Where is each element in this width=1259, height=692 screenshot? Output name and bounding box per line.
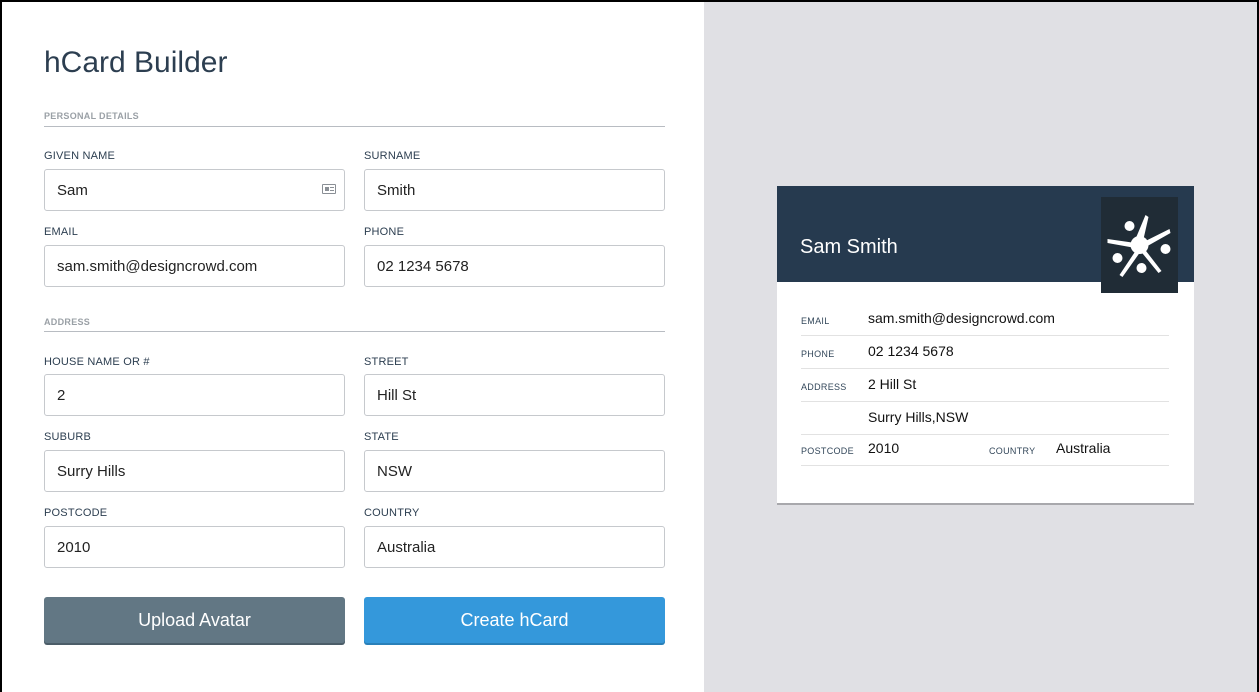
hcard-address-line1: 2 Hill St [868,376,917,392]
upload-avatar-button[interactable]: Upload Avatar [44,597,345,643]
given-name-label: GIVEN NAME [44,150,116,162]
hcard-phone-label: PHONE [801,349,835,359]
hcard-email-label: EMAIL [801,316,830,326]
phone-label: PHONE [364,226,405,238]
contact-card-icon[interactable] [322,184,336,194]
section-heading-address: ADDRESS [44,317,91,327]
hcard-email-value: sam.smith@designcrowd.com [868,310,1055,326]
hcard-postcode-label: POSTCODE [801,446,854,456]
state-input[interactable] [364,450,665,492]
avatar [1101,197,1178,293]
hcard-row-phone: PHONE 02 1234 5678 [801,335,1169,369]
suburb-label: SUBURB [44,431,92,443]
hcard-postcode-value: 2010 [868,440,900,456]
section-heading-personal: PERSONAL DETAILS [44,111,139,121]
section-divider [44,126,665,127]
country-input[interactable] [364,526,665,568]
avatar-logo-icon [1107,215,1171,277]
street-label: STREET [364,356,409,368]
hcard-phone-value: 02 1234 5678 [868,343,954,359]
builder-panel [2,2,704,692]
section-divider [44,331,665,332]
surname-input[interactable] [364,169,665,211]
hcard-row-address-line2: Surry Hills,NSW [801,401,1169,435]
country-label: COUNTRY [364,507,420,519]
postcode-input[interactable] [44,526,345,568]
hcard-address-label: ADDRESS [801,382,847,392]
email-input[interactable] [44,245,345,287]
create-hcard-button[interactable]: Create hCard [364,597,665,643]
postcode-label: POSTCODE [44,507,108,519]
email-label: EMAIL [44,226,79,238]
house-input[interactable] [44,374,345,416]
street-input[interactable] [364,374,665,416]
house-label: HOUSE NAME OR # [44,356,150,368]
surname-label: SURNAME [364,150,421,162]
hcard-address-line2: Surry Hills,NSW [868,409,969,425]
page-title: hCard Builder [44,46,228,79]
hcard-preview: Sam Smith EMAIL sam.smith@designcrowd.co… [777,186,1194,503]
hcard-row-email: EMAIL sam.smith@designcrowd.com [801,302,1169,336]
hcard-row-postcode-country: POSTCODE 2010 COUNTRY Australia [801,432,1169,466]
state-label: STATE [364,431,399,443]
hcard-country-value: Australia [1056,440,1111,456]
given-name-input[interactable] [44,169,345,211]
hcard-row-address: ADDRESS 2 Hill St [801,368,1169,402]
hcard-country-label: COUNTRY [989,446,1036,456]
hcard-name: Sam Smith [800,236,898,258]
suburb-input[interactable] [44,450,345,492]
phone-input[interactable] [364,245,665,287]
